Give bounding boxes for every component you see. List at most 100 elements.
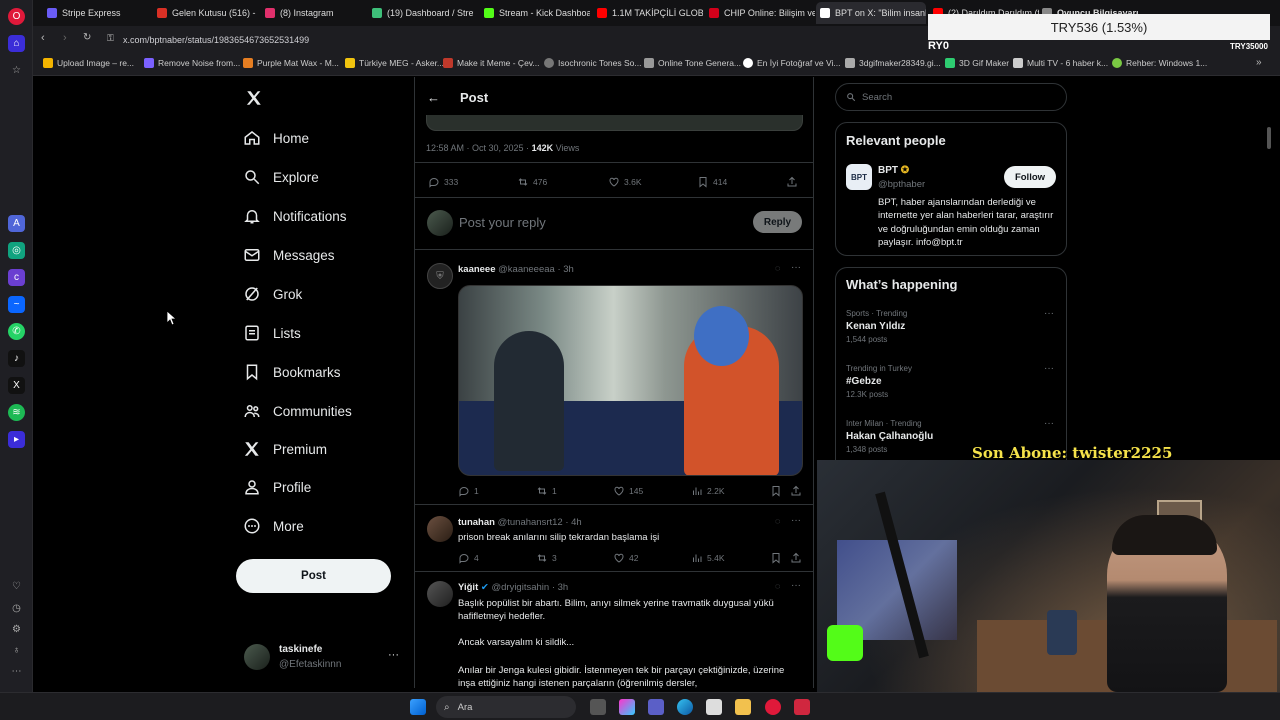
player-icon[interactable]: ▸ [8, 431, 25, 448]
like-action[interactable]: 3.6K [608, 176, 642, 188]
repost-action[interactable]: 3 [536, 552, 557, 564]
reply-image[interactable] [458, 285, 803, 476]
bookmark[interactable]: Remove Noise from... [144, 58, 240, 68]
avatar[interactable]: BPT [846, 164, 872, 190]
bookmark[interactable]: Make it Meme - Çev... [443, 58, 540, 68]
more-icon[interactable]: ··· [1044, 363, 1054, 374]
opera-logo-icon[interactable]: O [8, 8, 25, 25]
bookmark[interactable]: Rehber: Windows 1... [1112, 58, 1207, 68]
settings-icon[interactable]: ⚙ [8, 621, 25, 638]
more-icon[interactable]: ··· [1044, 418, 1054, 429]
share-action[interactable] [790, 552, 806, 564]
teams-icon[interactable] [648, 699, 664, 715]
whatsapp-icon[interactable]: ✆ [8, 323, 25, 340]
tab[interactable]: Gelen Kutusu (516) - nor [153, 2, 258, 24]
avatar[interactable] [427, 581, 453, 607]
follow-button[interactable]: Follow [1004, 166, 1056, 188]
nav-home[interactable]: Home [243, 126, 309, 150]
repost-action[interactable]: 476 [517, 176, 547, 188]
chevron-right-icon[interactable]: » [1256, 57, 1262, 68]
taskbar-search[interactable]: ⌕ Ara [436, 696, 576, 718]
tab[interactable]: Stripe Express [43, 2, 148, 24]
reply-button[interactable]: Reply [753, 211, 802, 233]
grok-icon[interactable]: ◌ [775, 516, 780, 526]
bookmark[interactable]: Upload Image – re... [43, 58, 134, 68]
bookmark[interactable]: En İyi Fotoğraf ve Vi... [743, 58, 840, 68]
opera-icon[interactable] [765, 699, 781, 715]
nav-messages[interactable]: Messages [243, 243, 335, 267]
post-image-bottom[interactable] [426, 115, 803, 131]
reply-author[interactable]: kaaneee @kaaneeeaa · 3h [458, 264, 574, 275]
grok-icon[interactable]: ◌ [775, 263, 780, 273]
back-icon[interactable]: ‹ [41, 32, 45, 44]
nav-profile[interactable]: Profile [243, 475, 311, 499]
views-action[interactable]: 5.4K [691, 552, 725, 564]
reply-action[interactable]: 333 [428, 176, 458, 188]
store-icon[interactable] [706, 699, 722, 715]
copilot-icon[interactable] [619, 699, 635, 715]
bookmark[interactable]: Purple Mat Wax - M... [243, 58, 339, 68]
nav-communities[interactable]: Communities [243, 399, 352, 423]
history-icon[interactable]: ◷ [8, 600, 25, 617]
forward-icon[interactable]: › [63, 32, 67, 44]
app-icon[interactable] [794, 699, 810, 715]
bookmark-action[interactable]: 414 [697, 176, 727, 188]
reply-action[interactable]: 4 [458, 552, 479, 564]
avatar[interactable]: ⛨ [427, 263, 453, 289]
share-action[interactable] [786, 176, 802, 188]
file-explorer-icon[interactable] [735, 699, 751, 715]
trend-item[interactable]: Sports · Trending Kenan Yıldız 1,544 posts [846, 309, 907, 344]
chatgpt-icon[interactable]: ◎ [8, 242, 25, 259]
nav-notifications[interactable]: Notifications [243, 204, 347, 228]
views-action[interactable]: 2.2K [691, 485, 725, 497]
reload-icon[interactable]: ↻ [83, 32, 91, 43]
reply-action[interactable]: 1 [458, 485, 479, 497]
nav-more[interactable]: More [243, 514, 304, 538]
task-view-icon[interactable] [590, 699, 606, 715]
bookmark[interactable]: 3dgifmaker28349.gi... [845, 58, 941, 68]
more-icon[interactable]: ··· [791, 262, 801, 273]
more-icon[interactable]: ··· [791, 515, 801, 526]
nav-premium[interactable]: Premium [243, 437, 327, 461]
more-icon[interactable]: ··· [388, 649, 399, 661]
windows-start-icon[interactable] [410, 699, 426, 715]
trend-item[interactable]: Inter Milan · Trending Hakan Çalhanoğlu 1,… [846, 419, 933, 454]
cs-icon[interactable]: c [8, 269, 25, 286]
scrollbar[interactable] [1267, 127, 1271, 149]
tab-active[interactable]: BPT on X: "Bilim insanları [816, 2, 926, 24]
aria-icon[interactable]: A [8, 215, 25, 232]
tab[interactable]: (19) Dashboard / Stream [368, 2, 473, 24]
heart-icon[interactable]: ♡ [8, 578, 25, 595]
nav-bookmarks[interactable]: Bookmarks [243, 360, 341, 384]
messenger-icon[interactable]: ~ [8, 296, 25, 313]
post-button[interactable]: Post [236, 559, 391, 593]
more-icon[interactable]: ··· [1044, 308, 1054, 319]
back-arrow-icon[interactable]: ← [427, 90, 440, 105]
bookmark[interactable]: 3D Gif Maker [945, 58, 1009, 68]
tab[interactable]: CHIP Online: Bilişim ve T [705, 2, 815, 24]
nav-explore[interactable]: Explore [243, 165, 319, 189]
avatar[interactable] [244, 644, 270, 670]
like-action[interactable]: 145 [613, 485, 643, 497]
url-field[interactable]: x.com/bptnaber/status/198365467365253149… [123, 31, 963, 48]
tab[interactable]: (8) Instagram [261, 2, 366, 24]
trend-item[interactable]: Trending in Turkey #Gebze 12.3K posts [846, 364, 912, 399]
bookmark[interactable]: Online Tone Genera... [644, 58, 741, 68]
bulb-icon[interactable]: ♁ [8, 642, 25, 659]
reply-input[interactable]: Post your reply [459, 215, 546, 230]
edge-icon[interactable] [677, 699, 693, 715]
tab[interactable]: 1.1M TAKİPÇİLİ GLOBAL [593, 2, 703, 24]
x-icon[interactable]: X [8, 377, 25, 394]
bookmark-action[interactable] [770, 552, 786, 564]
tiktok-icon[interactable]: ♪ [8, 350, 25, 367]
home-icon[interactable]: ⌂ [8, 35, 25, 52]
nav-lists[interactable]: Lists [243, 321, 301, 345]
more-icon[interactable]: ⋯ [8, 663, 25, 680]
bookmark[interactable]: Türkiye MEG - Asker... [345, 58, 444, 68]
reply-author[interactable]: tunahan @tunahansrt12 · 4h [458, 517, 582, 528]
share-action[interactable] [790, 485, 806, 497]
search-box[interactable]: Search [835, 83, 1067, 111]
reply-author[interactable]: Yiğit ✔ @dryigitsahin · 3h [458, 582, 568, 593]
star-icon[interactable]: ☆ [8, 62, 25, 79]
repost-action[interactable]: 1 [536, 485, 557, 497]
